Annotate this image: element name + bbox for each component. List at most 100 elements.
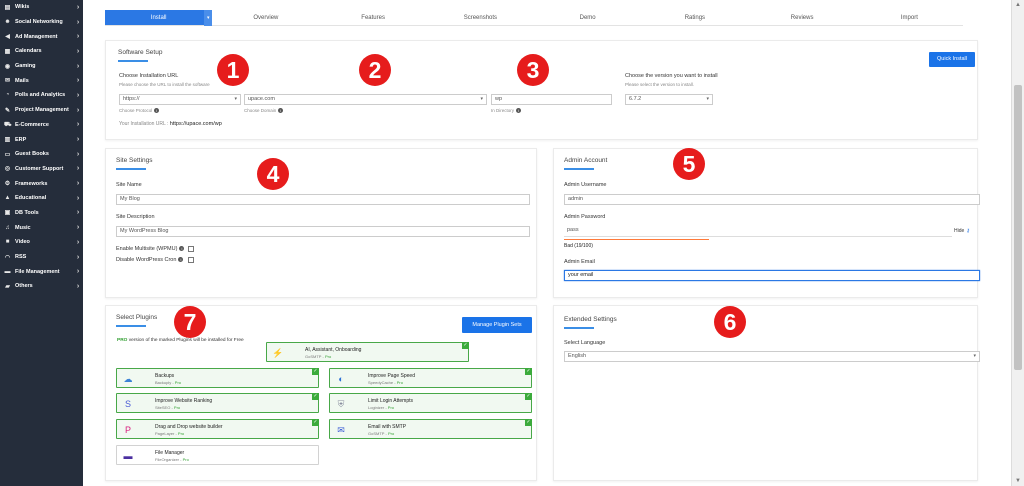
sidebar-item-e-commerce[interactable]: ⛟ E-Commerce › bbox=[0, 118, 83, 133]
cogs-icon: ⚙ bbox=[4, 181, 11, 188]
tab-overview[interactable]: Overview bbox=[212, 10, 319, 25]
tab-import[interactable]: Import bbox=[856, 10, 963, 25]
sidebar: ▤ Wikis › ☻ Social Networking › ◀ Ad Management… bbox=[0, 0, 83, 486]
language-value: English bbox=[568, 353, 587, 359]
domain-select[interactable]: upace.com ▾ bbox=[244, 94, 487, 105]
plugin-card[interactable]: P Drag and Drop website builder PageLayer … bbox=[116, 419, 319, 439]
select-plugins-title: Select Plugins bbox=[116, 314, 158, 321]
plugin-vendor: GoSMTP - Pro bbox=[305, 354, 332, 359]
plugin-card[interactable]: ⛨ Limit Login Attempts Loginizer - Pro ✓ bbox=[329, 393, 532, 413]
sidebar-item-social-networking[interactable]: ☻ Social Networking › bbox=[0, 15, 83, 30]
sidebar-item-polls-and-analytics[interactable]: ◔ Polls and Analytics › bbox=[0, 88, 83, 103]
chevron-down-icon: ▾ bbox=[234, 96, 237, 102]
chevron-right-icon: › bbox=[76, 268, 80, 276]
disable-cron-checkbox[interactable] bbox=[188, 257, 194, 263]
site-name-input[interactable]: My Blog bbox=[116, 194, 530, 205]
plugin-card[interactable]: ▬ File Manager FileOrganizer - Pro bbox=[116, 445, 319, 465]
info-icon[interactable]: i bbox=[516, 108, 522, 114]
caret-down-icon[interactable]: ▾ bbox=[204, 10, 213, 26]
sidebar-item-mails[interactable]: ✉ Mails › bbox=[0, 73, 83, 88]
admin-username-label: Admin Username bbox=[564, 182, 607, 188]
sidebar-item-gaming[interactable]: ◉ Gaming › bbox=[0, 59, 83, 74]
sidebar-item-erp[interactable]: ▥ ERP › bbox=[0, 132, 83, 147]
plugin-card[interactable]: ⚡ AI, Assistant, Onboarding GoSMTP - Pro ✓ bbox=[266, 342, 469, 362]
disable-cron-text: Disable WordPress Cron bbox=[116, 257, 177, 263]
domain-hint: Choose Domain i bbox=[244, 108, 284, 114]
directory-input[interactable]: wp bbox=[491, 94, 612, 105]
scroll-up-icon[interactable]: ▲ bbox=[1012, 0, 1024, 10]
scroll-thumb[interactable] bbox=[1014, 85, 1022, 370]
sidebar-item-video[interactable]: ■ Video › bbox=[0, 235, 83, 250]
sidebar-item-label: Gaming bbox=[15, 63, 36, 70]
checkmark-icon[interactable]: ✓ bbox=[312, 419, 319, 426]
sidebar-item-db-tools[interactable]: ▣ DB Tools › bbox=[0, 206, 83, 221]
cart-icon: ⛟ bbox=[4, 121, 12, 128]
sidebar-item-wikis[interactable]: ▤ Wikis › bbox=[0, 0, 83, 15]
admin-password-value: pass bbox=[567, 227, 579, 233]
admin-email-input[interactable]: your email bbox=[564, 270, 980, 281]
edit-icon: ✎ bbox=[4, 107, 11, 114]
sidebar-item-ad-management[interactable]: ◀ Ad Management › bbox=[0, 29, 83, 44]
page-scrollbar[interactable]: ▲ ▼ bbox=[1011, 0, 1024, 486]
info-icon[interactable]: i bbox=[178, 257, 184, 263]
info-icon[interactable]: i bbox=[154, 108, 160, 114]
sidebar-item-rss[interactable]: ◠ RSS › bbox=[0, 250, 83, 265]
tab-demo[interactable]: Demo bbox=[534, 10, 641, 25]
plugin-card[interactable]: ✉ Email with SMTP GoSMTP - Pro ✓ bbox=[329, 419, 532, 439]
sidebar-item-label: Video bbox=[15, 239, 30, 246]
sidebar-item-frameworks[interactable]: ⚙ Frameworks › bbox=[0, 176, 83, 191]
sidebar-item-calendars[interactable]: ▦ Calendars › bbox=[0, 44, 83, 59]
guestbook-icon: ▭ bbox=[4, 151, 11, 158]
plugin-card[interactable]: ☁ Backups Backuply - Pro ✓ bbox=[116, 368, 319, 388]
sidebar-item-educational[interactable]: ▲ Educational › bbox=[0, 191, 83, 206]
tab-install[interactable]: Install ▾ bbox=[105, 10, 213, 26]
tab-features[interactable]: Features bbox=[320, 10, 427, 25]
plugin-card[interactable]: ◐ Improve Page Speed SpeedyCache - Pro ✓ bbox=[329, 368, 532, 388]
marker-2: 2 bbox=[359, 54, 391, 86]
checkmark-icon[interactable]: ✓ bbox=[312, 368, 319, 375]
manage-plugin-sets-button[interactable]: Manage Plugin Sets bbox=[462, 317, 532, 333]
tab-ratings[interactable]: Ratings bbox=[641, 10, 748, 25]
sidebar-item-customer-support[interactable]: ◎ Customer Support › bbox=[0, 162, 83, 177]
info-icon[interactable]: i bbox=[179, 246, 185, 252]
sidebar-item-label: Ad Management bbox=[15, 33, 58, 40]
sidebar-item-label: Project Management bbox=[15, 107, 69, 114]
sidebar-item-file-management[interactable]: ▬ File Management › bbox=[0, 264, 83, 279]
rss-icon: ◠ bbox=[4, 254, 11, 261]
title-underline bbox=[116, 168, 146, 170]
plugin-card[interactable]: S Improve Website Ranking SiteSEO - Pro ✓ bbox=[116, 393, 319, 413]
sidebar-item-guest-books[interactable]: ▭ Guest Books › bbox=[0, 147, 83, 162]
sidebar-item-music[interactable]: ♫ Music › bbox=[0, 220, 83, 235]
checkmark-icon[interactable]: ✓ bbox=[312, 393, 319, 400]
sidebar-item-label: Educational bbox=[15, 195, 47, 202]
marker-1: 1 bbox=[217, 54, 249, 86]
marker-7: 7 bbox=[174, 306, 206, 338]
version-select[interactable]: 6.7.2 ▾ bbox=[625, 94, 713, 105]
version-hint: Please select the version to install. bbox=[625, 82, 695, 87]
plugin-vendor-name: PageLayer bbox=[155, 431, 175, 436]
admin-username-input[interactable]: admin bbox=[564, 194, 980, 205]
checkmark-icon[interactable]: ✓ bbox=[525, 419, 532, 426]
info-icon[interactable]: i bbox=[278, 108, 284, 114]
directory-hint: In Directory i bbox=[491, 108, 522, 114]
main-content: Install ▾ Overview Features Screenshots … bbox=[83, 0, 1011, 486]
language-select[interactable]: English ▾ bbox=[564, 351, 980, 362]
scroll-down-icon[interactable]: ▼ bbox=[1012, 476, 1024, 486]
tab-screenshots[interactable]: Screenshots bbox=[427, 10, 534, 25]
quick-install-button[interactable]: Quick Install bbox=[929, 52, 975, 67]
tab-reviews[interactable]: Reviews bbox=[749, 10, 856, 25]
plugin-tier: Pro bbox=[177, 431, 185, 436]
sidebar-item-label: Frameworks bbox=[15, 180, 48, 187]
site-description-input[interactable]: My WordPress Blog bbox=[116, 226, 530, 237]
hide-password-toggle[interactable]: Hide ⚷ bbox=[954, 228, 970, 234]
sidebar-item-project-management[interactable]: ✎ Project Management › bbox=[0, 103, 83, 118]
checkmark-icon[interactable]: ✓ bbox=[462, 342, 469, 349]
sidebar-item-others[interactable]: ▰ Others › bbox=[0, 279, 83, 294]
enable-multisite-checkbox[interactable] bbox=[188, 246, 194, 252]
checkmark-icon[interactable]: ✓ bbox=[525, 368, 532, 375]
admin-password-input[interactable]: pass bbox=[564, 226, 952, 237]
chevron-right-icon: › bbox=[76, 77, 80, 85]
protocol-select[interactable]: https:// ▾ bbox=[119, 94, 241, 105]
plugin-tier: Pro bbox=[396, 380, 403, 385]
checkmark-icon[interactable]: ✓ bbox=[525, 393, 532, 400]
